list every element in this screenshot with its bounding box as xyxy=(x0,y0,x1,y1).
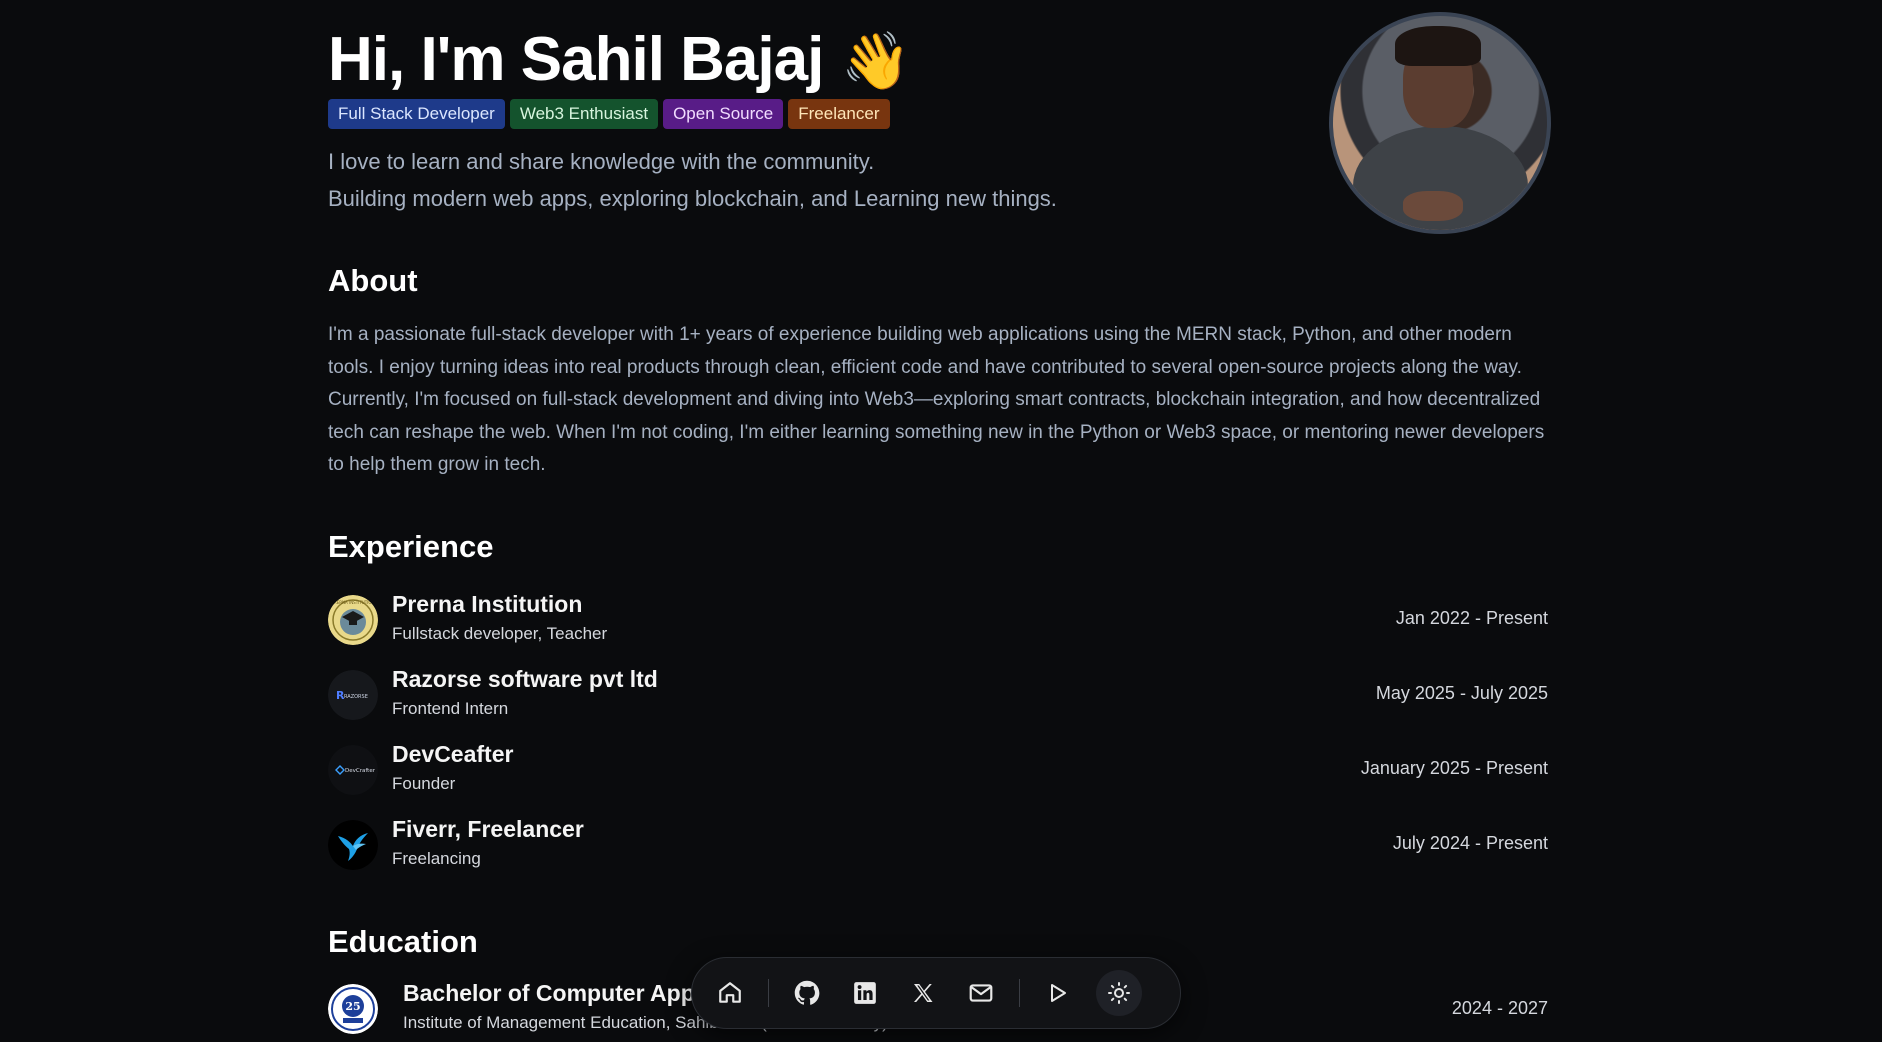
x-icon xyxy=(914,984,933,1002)
experience-list: PRERNA INSTITUTION Prerna Institution Fu… xyxy=(328,585,1548,885)
tag-open-source: Open Source xyxy=(663,99,784,129)
play-button[interactable] xyxy=(1038,973,1078,1013)
x-twitter-button[interactable] xyxy=(903,973,943,1013)
experience-dates: July 2024 - Present xyxy=(1392,833,1548,853)
experience-dates: May 2025 - July 2025 xyxy=(1375,683,1548,703)
experience-company: Fiverr, Freelancer xyxy=(392,816,584,842)
prerna-logo-text: PRERNA INSTITUTION xyxy=(332,600,375,605)
waving-hand-icon: 👋 xyxy=(841,29,911,92)
floating-dock xyxy=(691,957,1181,1029)
ime-logo: 25 xyxy=(328,984,378,1034)
portfolio-page: Hi, I'm Sahil Bajaj 👋 Full Stack Develope… xyxy=(0,0,1882,1042)
dock-divider xyxy=(1019,979,1020,1007)
email-button[interactable] xyxy=(961,973,1001,1013)
github-icon xyxy=(794,980,820,1005)
about-heading: About xyxy=(328,263,418,298)
avatar-hair-shape xyxy=(1395,26,1481,66)
experience-heading: Experience xyxy=(328,529,494,564)
github-button[interactable] xyxy=(787,973,827,1013)
experience-role: Founder xyxy=(392,774,456,793)
tag-full-stack-developer: Full Stack Developer xyxy=(328,99,505,129)
experience-item-devceafter[interactable]: DevCrafter DevCeafter Founder January 20… xyxy=(328,735,1548,810)
hummingbird-logo-icon xyxy=(328,820,378,870)
prerna-institution-logo: PRERNA INSTITUTION xyxy=(328,595,378,645)
about-text: I'm a passionate full-stack developer wi… xyxy=(328,324,1545,475)
mail-icon xyxy=(969,984,993,1002)
page-title: Hi, I'm Sahil Bajaj 👋 xyxy=(328,22,911,99)
tag-list: Full Stack Developer Web3 Enthusiast Ope… xyxy=(328,99,890,129)
razorse-logo: R RAZORSE xyxy=(328,670,378,720)
devcrafter-logo: DevCrafter xyxy=(328,745,378,795)
experience-dates: Jan 2022 - Present xyxy=(1395,608,1548,628)
play-icon xyxy=(1051,984,1066,1002)
linkedin-icon xyxy=(854,982,876,1004)
theme-toggle-button[interactable] xyxy=(1096,970,1142,1016)
about-section: About I'm a passionate full-stack develo… xyxy=(328,261,1553,482)
avatar-hand-shape xyxy=(1403,191,1463,221)
experience-company: Prerna Institution xyxy=(392,591,583,617)
sun-icon xyxy=(1108,982,1130,1004)
bio-line: I love to learn and share knowledge with… xyxy=(328,149,875,174)
education-heading: Education xyxy=(328,924,478,959)
experience-item-razorse[interactable]: R RAZORSE Razorse software pvt ltd Front… xyxy=(328,660,1548,735)
experience-item-fiverr[interactable]: Fiverr, Freelancer Freelancing July 2024… xyxy=(328,810,1548,885)
tag-freelancer: Freelancer xyxy=(788,99,890,129)
hero-section: Hi, I'm Sahil Bajaj 👋 Full Stack Develope… xyxy=(328,0,1551,240)
experience-item-prerna[interactable]: PRERNA INSTITUTION Prerna Institution Fu… xyxy=(328,585,1548,660)
experience-company: DevCeafter xyxy=(392,741,514,767)
ime-logo-text: 25 xyxy=(345,1000,360,1013)
dock-divider xyxy=(768,979,769,1007)
bio-line: Building modern web apps, exploring bloc… xyxy=(328,186,1057,211)
experience-role: Frontend Intern xyxy=(392,699,509,718)
tag-web3-enthusiast: Web3 Enthusiast xyxy=(509,99,659,129)
experience-role: Freelancing xyxy=(392,849,481,868)
experience-role: Fullstack developer, Teacher xyxy=(392,624,608,643)
experience-company: Razorse software pvt ltd xyxy=(392,666,658,692)
avatar xyxy=(1329,12,1551,234)
experience-section: Experience PRERNA INSTITUTION Prerna Ins… xyxy=(328,527,1548,885)
linkedin-button[interactable] xyxy=(845,973,885,1013)
education-dates: 2024 - 2027 xyxy=(1451,998,1548,1018)
razorse-logo-text: RAZORSE xyxy=(344,694,368,700)
hero-bio: I love to learn and share knowledge with… xyxy=(328,143,1057,217)
home-button[interactable] xyxy=(710,973,750,1013)
home-icon xyxy=(719,982,741,1003)
main-container: Hi, I'm Sahil Bajaj 👋 Full Stack Develope… xyxy=(328,0,1551,1034)
experience-dates: January 2025 - Present xyxy=(1360,758,1548,778)
hero-title-text: Hi, I'm Sahil Bajaj xyxy=(328,25,824,94)
devcrafter-logo-text: DevCrafter xyxy=(345,768,376,774)
